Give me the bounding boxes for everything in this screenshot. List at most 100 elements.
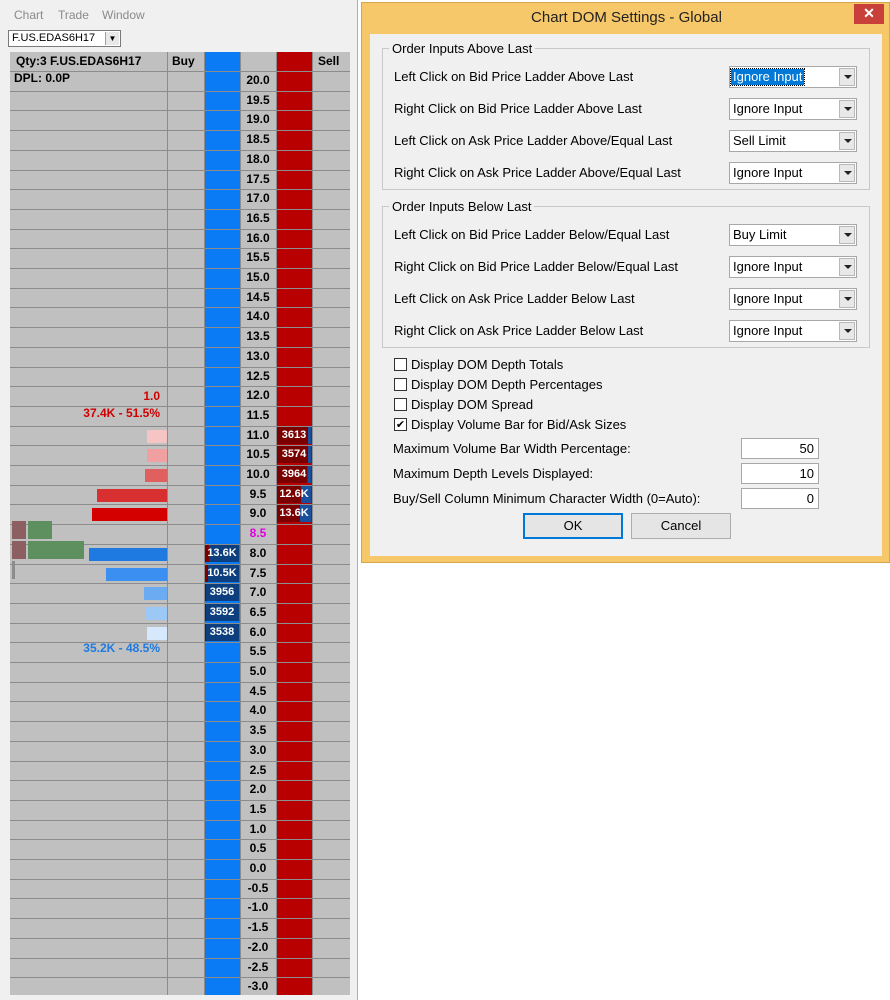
bid-size[interactable]: 3538	[205, 624, 239, 641]
row-gridline	[10, 130, 350, 131]
price-level[interactable]: 14.0	[240, 307, 276, 326]
close-button[interactable]: ✕	[854, 4, 884, 24]
price-level[interactable]: 13.0	[240, 347, 276, 366]
checkbox-label[interactable]: Display Volume Bar for Bid/Ask Sizes	[411, 416, 626, 434]
chevron-down-icon[interactable]	[839, 226, 855, 244]
ask-size[interactable]: 3574	[277, 446, 311, 463]
price-level[interactable]: 18.5	[240, 130, 276, 149]
symbol-select[interactable]: F.US.EDAS6H17 ▼	[8, 30, 121, 47]
price-level[interactable]: 0.0	[240, 859, 276, 878]
ask-size[interactable]: 3613	[277, 427, 311, 444]
chevron-down-icon[interactable]	[839, 258, 855, 276]
row-gridline	[10, 288, 350, 289]
price-level[interactable]: 18.0	[240, 150, 276, 169]
option-combo[interactable]: Ignore Input	[729, 98, 857, 120]
checkbox[interactable]	[394, 398, 407, 411]
price-level[interactable]: 12.5	[240, 367, 276, 386]
number-input[interactable]: 50	[741, 438, 819, 459]
ok-button[interactable]: OK	[523, 513, 623, 539]
number-input[interactable]: 10	[741, 463, 819, 484]
price-level[interactable]: -2.5	[240, 958, 276, 977]
ask-size[interactable]: 3964	[277, 466, 311, 483]
price-level[interactable]: 11.5	[240, 406, 276, 425]
menu-chart[interactable]: Chart	[14, 8, 43, 22]
option-combo[interactable]: Buy Limit	[729, 224, 857, 246]
option-combo[interactable]: Ignore Input	[729, 288, 857, 310]
price-level[interactable]: 3.0	[240, 741, 276, 760]
price-level[interactable]: 0.5	[240, 839, 276, 858]
option-combo[interactable]: Ignore Input	[729, 66, 857, 88]
price-level[interactable]: 2.0	[240, 780, 276, 799]
option-combo[interactable]: Sell Limit	[729, 130, 857, 152]
price-level[interactable]: 9.5	[240, 485, 276, 504]
price-level[interactable]: 16.5	[240, 209, 276, 228]
price-level[interactable]: -0.5	[240, 879, 276, 898]
price-level[interactable]: 15.0	[240, 268, 276, 287]
price-level[interactable]: 10.0	[240, 465, 276, 484]
price-level[interactable]: 13.5	[240, 327, 276, 346]
price-level[interactable]: 17.5	[240, 170, 276, 189]
ask-size[interactable]: 12.6K	[277, 486, 311, 503]
menu-window[interactable]: Window	[102, 8, 145, 22]
price-level[interactable]: 12.0	[240, 386, 276, 405]
price-level[interactable]: 9.0	[240, 504, 276, 523]
price-level[interactable]: -3.0	[240, 977, 276, 995]
price-level[interactable]: 8.0	[240, 544, 276, 563]
chevron-down-icon[interactable]: ▼	[105, 32, 119, 45]
option-combo[interactable]: Ignore Input	[729, 320, 857, 342]
price-level[interactable]: 11.0	[240, 426, 276, 445]
price-level[interactable]: 7.0	[240, 583, 276, 602]
price-level[interactable]: 4.0	[240, 701, 276, 720]
chevron-down-icon[interactable]	[839, 322, 855, 340]
price-level[interactable]: 6.5	[240, 603, 276, 622]
price-level[interactable]: 5.5	[240, 642, 276, 661]
last-price[interactable]: 8.5	[240, 524, 276, 543]
price-level[interactable]: 6.0	[240, 623, 276, 642]
checkbox-label[interactable]: Display DOM Spread	[411, 396, 533, 414]
price-ladder[interactable]: 20.0 19.5 19.0 18.5 18.0 17.5 17.0 16.5 16.0 15.5…	[10, 52, 350, 995]
row-gridline	[10, 839, 350, 840]
price-level[interactable]: -2.0	[240, 938, 276, 957]
price-level[interactable]: 10.5	[240, 445, 276, 464]
checkbox[interactable]	[394, 378, 407, 391]
price-level[interactable]: -1.0	[240, 898, 276, 917]
bid-size[interactable]: 3592	[205, 604, 239, 621]
chevron-down-icon[interactable]	[839, 68, 855, 86]
menu-trade[interactable]: Trade	[58, 8, 89, 22]
price-level[interactable]: 17.0	[240, 189, 276, 208]
price-level[interactable]: 3.5	[240, 721, 276, 740]
checkbox[interactable]	[394, 358, 407, 371]
price-level[interactable]: 19.0	[240, 110, 276, 129]
row-gridline	[10, 820, 350, 821]
price-level[interactable]: 16.0	[240, 229, 276, 248]
price-level[interactable]: 7.5	[240, 564, 276, 583]
chevron-down-icon[interactable]	[839, 164, 855, 182]
row-gridline	[10, 150, 350, 151]
price-level[interactable]: 4.5	[240, 682, 276, 701]
checkbox[interactable]: ✔	[394, 418, 407, 431]
price-level[interactable]: 19.5	[240, 91, 276, 110]
bid-size[interactable]: 3956	[205, 584, 239, 601]
number-input[interactable]: 0	[741, 488, 819, 509]
option-combo[interactable]: Ignore Input	[729, 162, 857, 184]
price-level[interactable]: 15.5	[240, 248, 276, 267]
checkbox-label[interactable]: Display DOM Depth Percentages	[411, 376, 602, 394]
ask-size[interactable]: 13.6K	[277, 505, 311, 522]
chevron-down-icon[interactable]	[839, 100, 855, 118]
bid-size[interactable]: 10.5K	[205, 565, 239, 582]
chevron-down-icon[interactable]	[839, 132, 855, 150]
bid-size[interactable]: 13.6K	[205, 545, 239, 562]
bid-volume-bar	[89, 548, 167, 561]
price-level[interactable]: -1.5	[240, 918, 276, 937]
chevron-down-icon[interactable]	[839, 290, 855, 308]
price-level[interactable]: 1.5	[240, 800, 276, 819]
price-level[interactable]: 20.0	[240, 71, 276, 90]
price-level[interactable]: 2.5	[240, 761, 276, 780]
cancel-button[interactable]: Cancel	[631, 513, 731, 539]
checkbox-label[interactable]: Display DOM Depth Totals	[411, 356, 563, 374]
price-level[interactable]: 5.0	[240, 662, 276, 681]
price-level[interactable]: 14.5	[240, 288, 276, 307]
option-combo[interactable]: Ignore Input	[729, 256, 857, 278]
option-label: Right Click on Bid Price Ladder Below/Eq…	[394, 259, 678, 274]
price-level[interactable]: 1.0	[240, 820, 276, 839]
